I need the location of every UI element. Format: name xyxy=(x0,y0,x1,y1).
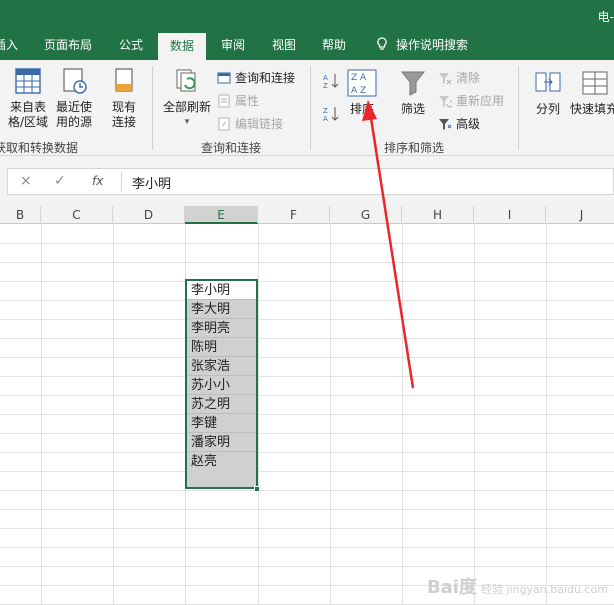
arrow-head xyxy=(362,100,377,121)
red-arrow-annotation xyxy=(362,100,415,389)
arrow-shaft xyxy=(369,117,415,389)
